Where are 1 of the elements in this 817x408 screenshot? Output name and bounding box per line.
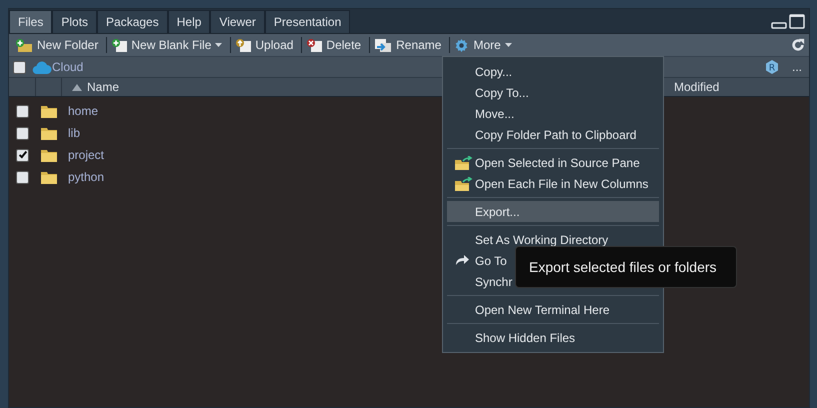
tooltip: Export selected files or folders [515, 246, 737, 288]
